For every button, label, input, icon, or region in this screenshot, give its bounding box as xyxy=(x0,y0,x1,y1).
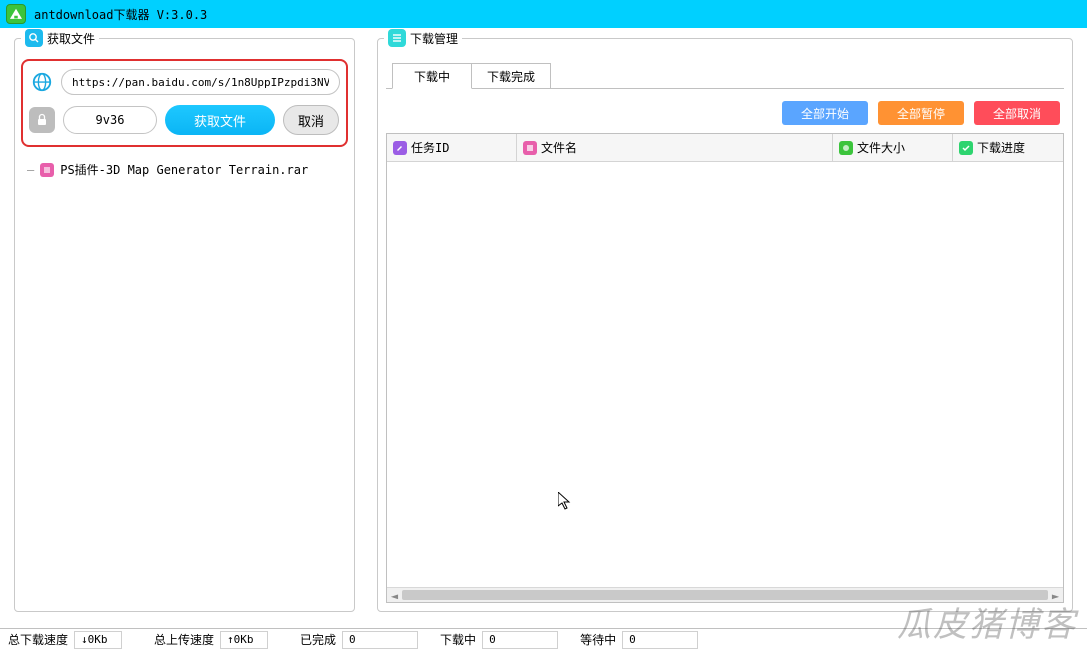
input-highlight-box: 获取文件 取消 xyxy=(21,59,348,147)
scroll-left-arrow[interactable]: ◄ xyxy=(387,588,402,603)
ul-speed-label: 总上传速度 xyxy=(154,631,214,648)
download-manager-panel: 下载管理 下载中 下载完成 全部开始 全部暂停 全部取消 任务ID 文件名 xyxy=(377,38,1073,612)
search-icon xyxy=(25,29,43,47)
globe-icon xyxy=(29,69,55,95)
done-label: 已完成 xyxy=(300,631,336,648)
downloading-value: 0 xyxy=(482,631,558,649)
ul-speed-value: ↑0Kb xyxy=(220,631,268,649)
status-bar: 总下载速度 ↓0Kb 总上传速度 ↑0Kb 已完成 0 下载中 0 等待中 0 xyxy=(0,628,1087,650)
col-task-id[interactable]: 任务ID xyxy=(387,134,517,161)
tab-completed[interactable]: 下载完成 xyxy=(471,63,551,89)
app-icon xyxy=(6,4,26,24)
downloading-label: 下载中 xyxy=(440,631,476,648)
pause-all-button[interactable]: 全部暂停 xyxy=(878,101,964,125)
download-panel-title: 下载管理 xyxy=(410,30,458,47)
doc-icon xyxy=(523,141,537,155)
tabs-row: 下载中 下载完成 xyxy=(386,63,1064,89)
horizontal-scrollbar[interactable]: ◄ ► xyxy=(387,587,1063,602)
edit-icon xyxy=(393,141,407,155)
dl-speed-value: ↓0Kb xyxy=(74,631,122,649)
file-tree-label: PS插件-3D Map Generator Terrain.rar xyxy=(60,161,308,178)
fetch-panel-header: 获取文件 xyxy=(21,29,99,47)
waiting-value: 0 xyxy=(622,631,698,649)
lock-icon xyxy=(29,107,55,133)
download-panel-header: 下载管理 xyxy=(384,29,462,47)
fetch-panel-title: 获取文件 xyxy=(47,30,95,47)
code-input[interactable] xyxy=(63,106,157,134)
waiting-label: 等待中 xyxy=(580,631,616,648)
fetch-file-panel: 获取文件 获取文件 取消 — PS插件-3D xyxy=(14,38,355,612)
title-bar: antdownload下载器 V:3.0.3 xyxy=(0,0,1087,28)
tab-downloading[interactable]: 下载中 xyxy=(392,63,472,89)
done-value: 0 xyxy=(342,631,418,649)
file-tree-item[interactable]: — PS插件-3D Map Generator Terrain.rar xyxy=(15,155,354,184)
download-table: 任务ID 文件名 文件大小 下载进度 ◄ ► xyxy=(386,133,1064,603)
disk-icon xyxy=(839,141,853,155)
url-input[interactable] xyxy=(61,69,340,95)
cancel-button[interactable]: 取消 xyxy=(283,105,339,135)
window-title: antdownload下载器 V:3.0.3 xyxy=(34,6,207,23)
table-body xyxy=(387,162,1063,587)
dl-speed-label: 总下载速度 xyxy=(8,631,68,648)
file-icon xyxy=(40,163,54,177)
action-buttons: 全部开始 全部暂停 全部取消 xyxy=(386,89,1064,133)
scroll-thumb[interactable] xyxy=(402,590,1048,600)
tree-branch-icon: — xyxy=(27,163,34,177)
fetch-button[interactable]: 获取文件 xyxy=(165,105,275,135)
list-icon xyxy=(388,29,406,47)
check-icon xyxy=(959,141,973,155)
cancel-all-button[interactable]: 全部取消 xyxy=(974,101,1060,125)
table-header: 任务ID 文件名 文件大小 下载进度 xyxy=(387,134,1063,162)
scroll-right-arrow[interactable]: ► xyxy=(1048,588,1063,603)
start-all-button[interactable]: 全部开始 xyxy=(782,101,868,125)
col-file-name[interactable]: 文件名 xyxy=(517,134,833,161)
col-progress[interactable]: 下载进度 xyxy=(953,134,1063,161)
col-file-size[interactable]: 文件大小 xyxy=(833,134,953,161)
